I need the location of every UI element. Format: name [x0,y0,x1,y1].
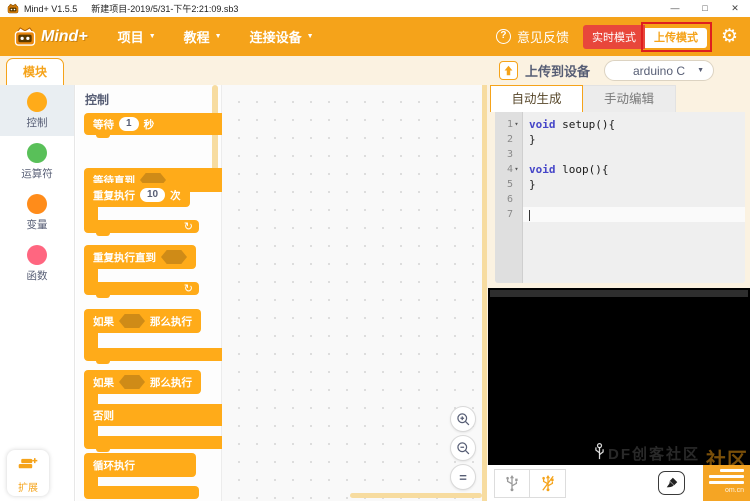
chevron-down-icon: ▼ [306,33,314,40]
app-icon [7,3,19,14]
brush-icon [666,477,677,488]
menu-tutorial[interactable]: 教程 ▼ [184,27,222,46]
number-input[interactable]: 10 [140,188,166,202]
category-variables[interactable]: 变量 [0,187,74,238]
category-control[interactable]: 控制 [0,85,74,136]
block-if-then[interactable]: 如果 那么执行 [84,309,229,364]
maximize-button[interactable]: □ [690,0,720,17]
code-line: 4 ▾ void loop(){ [506,162,609,177]
category-sidebar: 控制 运算符 变量 函数 扩展 [0,85,75,501]
code-line: 2 } [506,133,536,146]
device-select[interactable]: arduino C ▼ [604,60,715,81]
mindplus-window: Mind+ V1.5.5 新建项目-2019/5/31-下午2:21:09.sb… [0,0,750,501]
category-operators[interactable]: 运算符 [0,136,74,187]
fold-caret-icon[interactable]: ▾ [513,162,520,177]
code-line-active: 7 [495,207,745,222]
watermark-logo-text: om.cn [724,487,744,494]
main-toolbar: Mind+ 项目 ▼ 教程 ▼ 连接设备 ▼ ? 意见反馈 实时模式 上传模式 … [0,17,750,56]
control-color-dot-icon [27,92,47,112]
usb-icon [506,475,518,492]
usb-connected-button[interactable] [494,468,530,498]
zoom-out-button[interactable] [450,435,476,461]
usb-plug-icon [594,442,605,465]
block-repeat[interactable]: 重复执行 10 次 ↻ [84,183,199,236]
fold-caret-icon[interactable]: ▾ [513,117,520,132]
category-functions[interactable]: 函数 [0,238,74,289]
code-line: 6 [506,194,513,205]
block-if-else[interactable]: 如果 那么执行 否则 [84,370,229,452]
modules-tab[interactable]: 模块 [6,58,64,85]
mode-toggle: 实时模式 上传模式 [582,21,712,52]
block-wait[interactable]: 等待 1 秒 [84,113,229,138]
loop-arrow-icon: ↻ [183,221,193,233]
tab-manual-edit[interactable]: 手动编辑 [583,85,676,112]
variables-color-dot-icon [27,194,47,214]
clear-serial-button[interactable] [658,471,685,495]
logo-text: Mind+ [41,27,88,45]
realtime-mode-button[interactable]: 实时模式 [582,24,645,49]
functions-color-dot-icon [27,245,47,265]
mindplus-logo: Mind+ [12,26,88,47]
zoom-in-button[interactable] [450,406,476,432]
document-title: 新建项目-2019/5/31-下午2:21:09.sb3 [91,4,239,14]
usb-disconnected-icon [541,475,554,492]
menu-connect-device[interactable]: 连接设备 ▼ [250,27,314,46]
tab-auto-generate[interactable]: 自动生成 [490,85,583,112]
upload-to-device-button[interactable]: 上传到设备 [499,61,590,80]
boolean-input[interactable] [119,314,145,328]
extension-button[interactable]: 扩展 [7,450,49,496]
watermark-text: DF创客社区 [608,446,700,463]
chevron-down-icon: ▼ [214,33,222,40]
titlebar: Mind+ V1.5.5 新建项目-2019/5/31-下午2:21:09.sb… [0,0,750,17]
menu-project[interactable]: 项目 ▼ [118,27,156,46]
close-button[interactable]: ✕ [720,0,750,17]
block-forever[interactable]: 循环执行 [84,453,199,499]
upload-mode-button[interactable]: 上传模式 [644,27,707,48]
palette-header: 控制 [85,93,110,107]
block-palette: 控制 等待 1 秒 等待直到 重复执行 10 次 ↻ 重复执行直到 ↻ 如果 那… [76,85,229,501]
text-cursor [529,209,530,221]
robot-icon [14,27,36,46]
code-editor[interactable]: 1 ▾ void setup(){ 2 } 3 4 ▾ void loop(){ 5 [495,112,745,283]
zoom-out-icon [456,441,469,454]
question-icon: ? [495,29,511,44]
zoom-in-icon [456,412,469,425]
code-line: 3 [506,149,513,160]
app-title: Mind+ V1.5.5 [24,3,78,14]
code-line: 5 } [506,178,536,191]
upload-arrow-icon [499,61,518,80]
usb-disconnected-button[interactable] [530,468,566,498]
minimize-button[interactable]: — [660,0,690,17]
code-panel: 上传到设备 arduino C ▼ 自动生成 手动编辑 1 ▾ void setu… [487,56,750,501]
feedback-label: 意见反馈 [516,30,569,45]
canvas-horizontal-scrollbar[interactable] [350,493,482,498]
loop-arrow-icon: ↻ [183,283,193,295]
boolean-input[interactable] [161,250,187,264]
chevron-down-icon: ▼ [697,67,705,74]
settings-gear-icon[interactable]: ⚙ [721,27,738,46]
extension-blocks-icon [18,458,38,469]
code-line: 1 ▾ void setup(){ [506,117,616,132]
zoom-reset-button[interactable]: = [450,464,476,490]
chevron-down-icon: ▼ [148,33,156,40]
feedback-button[interactable]: ? 意见反馈 [495,27,569,46]
boolean-input[interactable] [119,375,145,389]
block-repeat-until[interactable]: 重复执行直到 ↻ [84,245,199,298]
serial-monitor-scrollbar[interactable] [490,290,748,297]
watermark-logo: om.cn [703,465,750,501]
serial-monitor[interactable]: DF创客社区 社区 [488,288,750,472]
operators-color-dot-icon [27,143,47,163]
workspace-canvas[interactable]: = [222,85,487,501]
number-input[interactable]: 1 [119,117,139,131]
